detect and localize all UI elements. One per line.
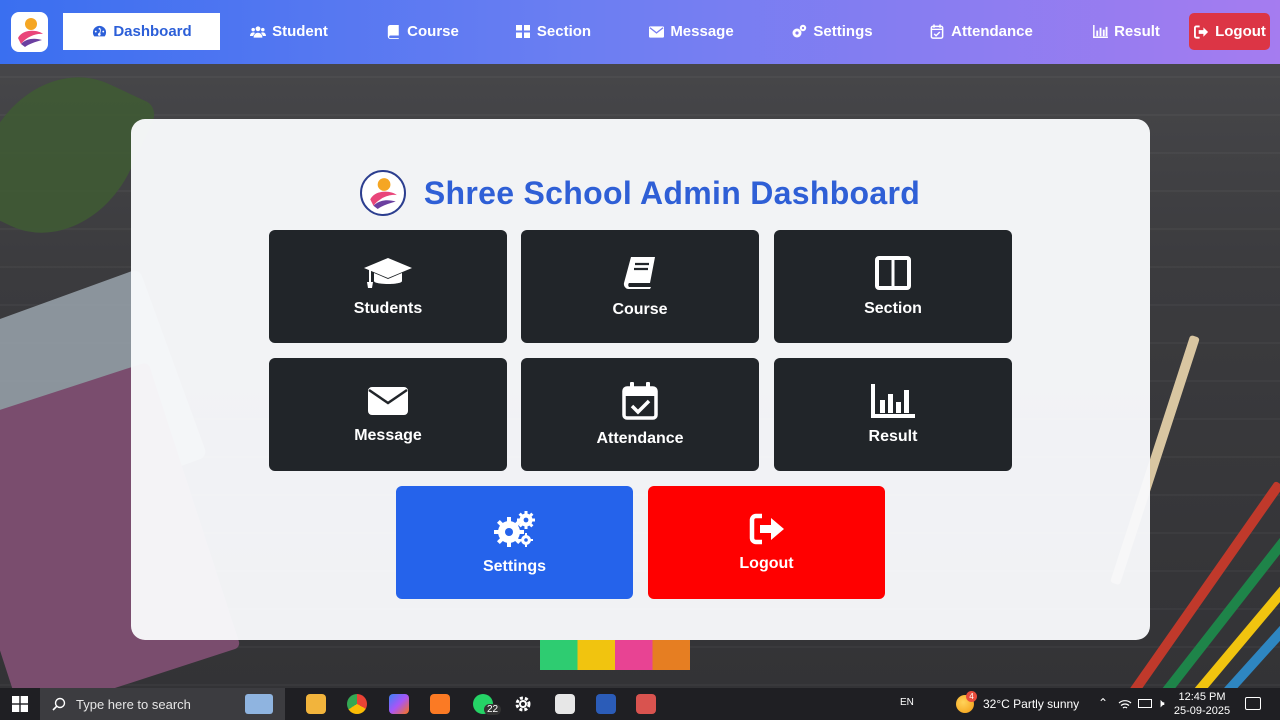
- users-icon: [250, 24, 267, 40]
- nav-result[interactable]: Result: [1084, 13, 1168, 50]
- nav-dashboard-label: Dashboard: [113, 23, 192, 40]
- chrome-icon[interactable]: [347, 694, 367, 714]
- search-placeholder: Type here to search: [76, 696, 191, 712]
- gears-icon: [493, 510, 535, 547]
- book-icon: [385, 24, 401, 40]
- tile-course-label: Course: [612, 300, 668, 318]
- nav-attendance-label: Attendance: [951, 23, 1033, 40]
- nav-section[interactable]: Section: [510, 13, 596, 50]
- school-logo[interactable]: [11, 12, 48, 52]
- weather-badge: 4: [966, 691, 977, 702]
- nav-result-label: Result: [1114, 23, 1160, 40]
- notification-icon[interactable]: [1245, 697, 1261, 710]
- clock-time: 12:45 PM: [1178, 691, 1226, 703]
- tile-section-label: Section: [864, 299, 922, 317]
- xampp-icon[interactable]: [430, 694, 450, 714]
- whatsapp-badge: 22: [484, 704, 502, 715]
- tile-section[interactable]: Section: [774, 230, 1012, 343]
- word-icon[interactable]: [596, 694, 616, 714]
- nav-dashboard[interactable]: Dashboard: [63, 13, 220, 50]
- envelope-icon: [648, 24, 664, 40]
- school-logo-badge: [359, 170, 406, 216]
- page-header: Shree School Admin Dashboard: [0, 168, 1280, 218]
- tile-attendance-label: Attendance: [596, 429, 684, 447]
- file-explorer-icon[interactable]: [306, 694, 326, 714]
- search-icon: [52, 697, 66, 711]
- nav-section-label: Section: [536, 23, 592, 40]
- nav-logout-label: Logout: [1215, 23, 1266, 40]
- sign-out-icon: [1193, 24, 1209, 40]
- search-highlight-icon: [245, 694, 273, 714]
- grid-icon: [515, 24, 531, 40]
- tile-message[interactable]: Message: [269, 358, 507, 471]
- tile-settings[interactable]: Settings: [396, 486, 633, 599]
- notepad-icon[interactable]: [555, 694, 575, 714]
- nav-logout-button[interactable]: Logout: [1189, 13, 1270, 50]
- bar-chart-icon: [871, 383, 915, 418]
- tile-students-label: Students: [353, 299, 423, 317]
- tile-logout[interactable]: Logout: [648, 486, 885, 599]
- windows-start-icon[interactable]: [12, 696, 28, 712]
- columns-icon: [875, 255, 911, 290]
- gears-icon: [791, 24, 807, 40]
- logo-icon: [17, 18, 43, 47]
- nav-attendance[interactable]: Attendance: [924, 13, 1038, 50]
- nav-course[interactable]: Course: [380, 13, 464, 50]
- copilot-icon[interactable]: [389, 694, 409, 714]
- envelope-icon: [368, 386, 408, 415]
- nav-message-label: Message: [670, 23, 734, 40]
- taskbar-search-box[interactable]: Type here to search: [40, 688, 285, 720]
- logo-icon: [370, 178, 397, 209]
- tile-result-label: Result: [868, 427, 918, 445]
- nav-settings[interactable]: Settings: [785, 13, 879, 50]
- tile-course[interactable]: Course: [521, 230, 759, 343]
- windows-taskbar: Type here to search 22 EN 4 32°C Partly …: [0, 688, 1280, 720]
- tile-students[interactable]: Students: [269, 230, 507, 343]
- nav-message[interactable]: Message: [642, 13, 740, 50]
- graduation-cap-icon: [364, 257, 412, 288]
- top-navbar: Dashboard Student Course Section Message…: [0, 0, 1280, 64]
- settings-gear-icon[interactable]: [513, 694, 533, 714]
- clock-date: 25-09-2025: [1173, 705, 1231, 717]
- tile-settings-label: Settings: [482, 557, 547, 575]
- tile-result[interactable]: Result: [774, 358, 1012, 471]
- dashboard-icon: [91, 24, 107, 40]
- taskbar-clock[interactable]: 12:45 PM 25-09-2025: [1170, 690, 1234, 718]
- book-icon: [623, 256, 655, 289]
- nav-settings-label: Settings: [813, 23, 873, 40]
- chevron-up-icon[interactable]: ⌃: [1098, 696, 1108, 710]
- nav-student-label: Student: [272, 23, 328, 40]
- language-indicator[interactable]: EN: [900, 697, 914, 708]
- sign-out-icon: [749, 513, 784, 544]
- tile-attendance[interactable]: Attendance: [521, 358, 759, 471]
- battery-icon[interactable]: [1138, 699, 1152, 708]
- nav-student[interactable]: Student: [244, 13, 334, 50]
- nav-course-label: Course: [407, 23, 459, 40]
- calendar-check-icon: [622, 381, 658, 420]
- weather-text[interactable]: 32°C Partly sunny: [983, 697, 1079, 711]
- filezilla-icon[interactable]: [636, 694, 656, 714]
- tile-message-label: Message: [354, 426, 422, 444]
- calendar-check-icon: [929, 24, 945, 40]
- bar-chart-icon: [1092, 24, 1108, 40]
- tile-logout-label: Logout: [739, 554, 794, 572]
- volume-muted-icon[interactable]: 🕨: [1157, 696, 1165, 711]
- wifi-icon[interactable]: [1118, 697, 1132, 709]
- page-title: Shree School Admin Dashboard: [423, 174, 921, 211]
